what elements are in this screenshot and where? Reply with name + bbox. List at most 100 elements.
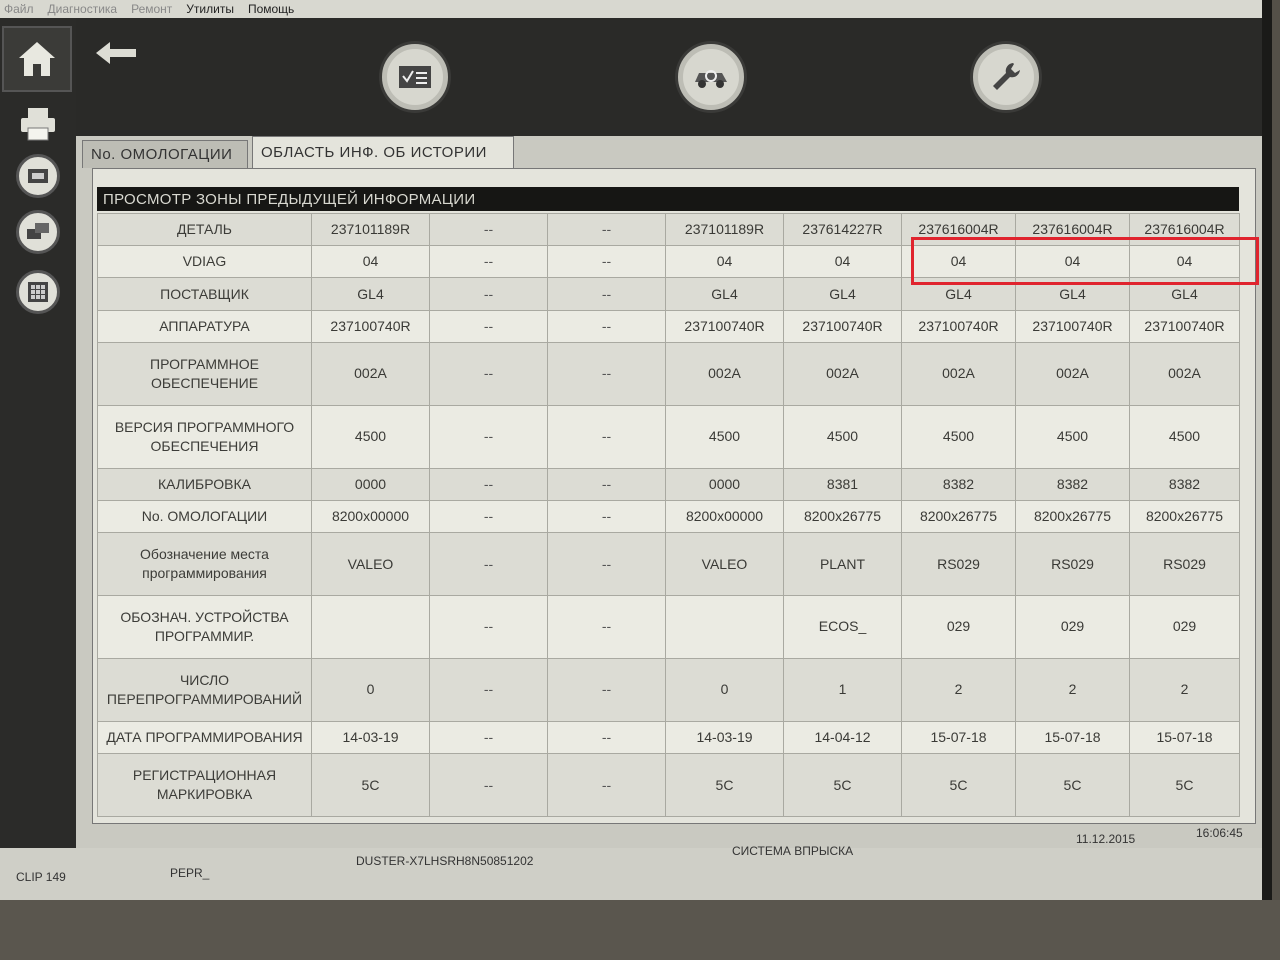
table-cell: VALEO	[665, 532, 784, 597]
table-cell: --	[547, 595, 666, 659]
table-cell: 0000	[311, 467, 430, 501]
checklist-icon	[399, 66, 431, 88]
table-cell: --	[547, 467, 666, 501]
table-cell: 029	[1129, 595, 1240, 659]
table-cell: 002A	[311, 341, 430, 406]
table-cell: 237100740R	[1015, 309, 1130, 343]
main-content: No. ОМОЛОГАЦИИ ОБЛАСТЬ ИНФ. ОБ ИСТОРИИ П…	[76, 136, 1262, 848]
menu-diagnostics[interactable]: Диагностика	[48, 2, 118, 16]
table-cell: 0	[311, 657, 430, 722]
table-cell: VALEO	[311, 532, 430, 597]
table-cell: --	[547, 657, 666, 722]
table-cell: 237100740R	[665, 309, 784, 343]
home-button[interactable]	[2, 26, 72, 92]
checklist-button[interactable]	[382, 44, 448, 110]
repair-button[interactable]	[973, 44, 1039, 110]
table-cell: 4500	[1129, 404, 1240, 469]
menu-help[interactable]: Помощь	[248, 2, 294, 16]
menu-bar: Файл Диагностика Ремонт Утилиты Помощь	[0, 0, 1262, 18]
table-row: ДЕТАЛЬ 237101189R -- -- 237101189R 237614227R…	[97, 212, 1240, 247]
table-cell: 04	[901, 245, 1016, 279]
table-cell: 8200x26775	[1015, 499, 1130, 534]
table-cell: 002A	[1129, 341, 1240, 406]
table-cell: 237100740R	[311, 309, 430, 343]
back-arrow-icon	[96, 42, 136, 64]
printer-icon	[21, 108, 55, 141]
table-row: VDIAG 04 -- -- 04 04 04 04 04	[97, 245, 1240, 279]
table-cell: RS029	[1015, 532, 1130, 597]
table-cell: 2	[1015, 657, 1130, 722]
table-cell: 04	[1015, 245, 1130, 279]
table-cell: 5C	[783, 753, 902, 817]
table-cell: GL4	[1129, 277, 1240, 311]
table-cell: 5C	[1129, 753, 1240, 817]
comm-button[interactable]	[8, 204, 68, 260]
table-row: ПРОГРАММНОЕ ОБЕСПЕЧЕНИЕ 002A -- -- 002A 002A 0…	[97, 341, 1240, 406]
table-cell: --	[429, 753, 548, 817]
table-cell: 237614227R	[783, 212, 902, 247]
table-cell: --	[429, 657, 548, 722]
row-label: ДЕТАЛЬ	[97, 212, 312, 247]
table-cell: --	[547, 720, 666, 755]
table-cell: 237616004R	[1015, 212, 1130, 247]
table-cell: --	[429, 467, 548, 501]
table-cell: --	[547, 532, 666, 597]
table-cell: --	[429, 341, 548, 406]
row-label: ПРОГРАММНОЕ ОБЕСПЕЧЕНИЕ	[97, 341, 312, 406]
table-cell: 002A	[665, 341, 784, 406]
menu-utilities[interactable]: Утилиты	[186, 2, 234, 16]
table-cell: 0	[665, 657, 784, 722]
vehicle-diagnostic-button[interactable]	[678, 44, 744, 110]
table-cell: 15-07-18	[901, 720, 1016, 755]
table-cell: 237616004R	[901, 212, 1016, 247]
table-cell: 4500	[901, 404, 1016, 469]
system-name: СИСТЕМА ВПРЫСКА	[732, 844, 854, 858]
table-cell: 002A	[783, 341, 902, 406]
table-cell: 04	[311, 245, 430, 279]
wrench-icon	[993, 63, 1020, 90]
table-row: АППАРАТУРА 237100740R -- -- 237100740R 237100…	[97, 309, 1240, 343]
row-label: VDIAG	[97, 245, 312, 279]
ecu-button[interactable]	[8, 148, 68, 204]
table-cell: 5C	[901, 753, 1016, 817]
table-cell: 1	[783, 657, 902, 722]
table-cell: 04	[783, 245, 902, 279]
table-row: КАЛИБРОВКА 0000 -- -- 0000 8381 8382 8382 8382	[97, 467, 1240, 501]
tab-homologation-number[interactable]: No. ОМОЛОГАЦИИ	[82, 140, 248, 168]
table-cell: 4500	[1015, 404, 1130, 469]
table-row: ВЕРСИЯ ПРОГРАММНОГО ОБЕСПЕЧЕНИЯ 4500 -- -- 4…	[97, 404, 1240, 469]
back-button[interactable]	[94, 40, 138, 71]
status-time: 16:06:45	[1196, 826, 1243, 840]
table-cell	[665, 595, 784, 659]
menu-file[interactable]: Файл	[4, 2, 34, 16]
table-cell: 2	[1129, 657, 1240, 722]
table-cell: 5C	[1015, 753, 1130, 817]
row-label: Обозначение места программирования	[97, 532, 312, 597]
panel-title: ПРОСМОТР ЗОНЫ ПРЕДЫДУЩЕЙ ИНФОРМАЦИИ	[97, 187, 1239, 211]
row-label: КАЛИБРОВКА	[97, 467, 312, 501]
keypad-button[interactable]	[8, 264, 68, 320]
history-panel: ПРОСМОТР ЗОНЫ ПРЕДЫДУЩЕЙ ИНФОРМАЦИИ ДЕТА…	[92, 168, 1259, 824]
table-cell	[311, 595, 430, 659]
menu-repair[interactable]: Ремонт	[131, 2, 172, 16]
print-button[interactable]	[8, 96, 68, 152]
ecu-icon	[16, 154, 60, 198]
table-cell: 14-03-19	[311, 720, 430, 755]
status-field: PEPR_	[170, 866, 210, 880]
table-cell: 15-07-18	[1015, 720, 1130, 755]
table-cell: 002A	[1015, 341, 1130, 406]
table-cell: 8200x26775	[783, 499, 902, 534]
table-cell: 237100740R	[783, 309, 902, 343]
table-cell: ECOS_	[783, 595, 902, 659]
table-cell: RS029	[901, 532, 1016, 597]
table-cell: 0000	[665, 467, 784, 501]
table-row: ЧИСЛО ПЕРЕПРОГРАММИРОВАНИЙ 0 -- -- 0 1 2 2 2	[97, 657, 1240, 722]
table-cell: 4500	[665, 404, 784, 469]
table-row: No. ОМОЛОГАЦИИ 8200x00000 -- -- 8200x00000 82…	[97, 499, 1240, 534]
app-version: CLIP 149	[16, 870, 66, 884]
table-cell: --	[429, 277, 548, 311]
table-cell: --	[429, 532, 548, 597]
table-cell: 8200x00000	[665, 499, 784, 534]
row-label: РЕГИСТРАЦИОННАЯ МАРКИРОВКА	[97, 753, 312, 817]
tab-history-info-area[interactable]: ОБЛАСТЬ ИНФ. ОБ ИСТОРИИ	[252, 136, 514, 168]
